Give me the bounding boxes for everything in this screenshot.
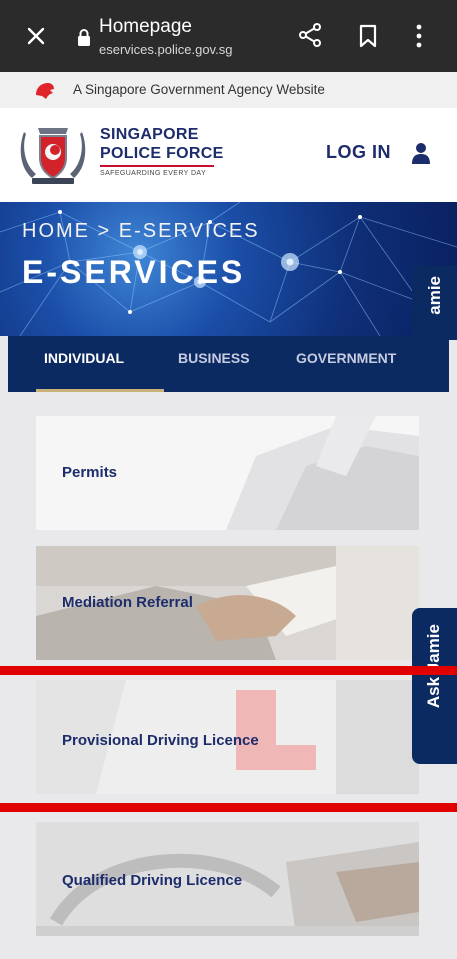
tab-business[interactable]: BUSINESS [178, 350, 250, 366]
breadcrumb[interactable]: HOME > E-SERVICES [22, 220, 260, 243]
police-crest-logo[interactable] [18, 122, 88, 186]
user-icon[interactable] [411, 142, 431, 164]
brand-tagline: SAFEGUARDING EVERY DAY [100, 170, 207, 177]
page-title[interactable]: Homepage [99, 16, 192, 38]
close-icon[interactable] [24, 24, 48, 48]
service-label-permits: Permits [62, 464, 118, 481]
site-header: SINGAPORE POLICE FORCE SAFEGUARDING EVER… [0, 108, 457, 202]
tab-government[interactable]: GOVERNMENT [296, 350, 396, 366]
service-label-provisional-driving-licence: Provisional Driving Licence [62, 732, 259, 749]
hero-banner: HOME > E-SERVICES E-SERVICES [0, 202, 457, 336]
url-text[interactable]: eservices.police.gov.sg [99, 42, 232, 57]
brand-divider [100, 165, 214, 167]
gov-agency-banner: A Singapore Government Agency Website [0, 72, 457, 108]
bookmark-icon[interactable] [358, 23, 378, 49]
service-card-qualified-driving-licence[interactable]: Qualified Driving Licence [36, 822, 419, 936]
tab-individual[interactable]: INDIVIDUAL [44, 350, 124, 366]
hero-title: E-SERVICES [22, 254, 246, 290]
gov-banner-text: A Singapore Government Agency Website [73, 82, 325, 97]
brand-name-line1: SINGAPORE [100, 126, 199, 143]
service-card-mediation-referral[interactable]: Mediation Referral [36, 546, 419, 660]
login-button[interactable]: LOG IN [326, 142, 391, 163]
highlight-bar-top [0, 666, 457, 675]
highlight-bar-bottom [0, 803, 457, 812]
page: Homepage eservices.police.gov.sg A Singa… [0, 0, 457, 959]
category-tabs: INDIVIDUAL BUSINESS GOVERNMENT [8, 336, 449, 392]
service-label-mediation-referral: Mediation Referral [62, 594, 193, 611]
service-label-qualified-driving-licence: Qualified Driving Licence [62, 872, 243, 889]
more-vert-icon[interactable] [413, 23, 425, 49]
service-card-provisional-driving-licence[interactable]: Provisional Driving Licence [36, 680, 419, 794]
service-card-permits[interactable]: Permits [36, 416, 419, 530]
ask-jamie-tab[interactable]: Ask Jamie [412, 608, 457, 764]
brand-name-line2: POLICE FORCE [100, 145, 224, 162]
ask-jamie-label-partial: amie [425, 276, 444, 315]
share-icon[interactable] [297, 22, 323, 48]
ask-jamie-tab-partial[interactable]: amie [412, 266, 457, 340]
lock-icon [78, 29, 90, 46]
lion-head-icon [36, 83, 54, 99]
active-tab-indicator [36, 389, 164, 392]
browser-toolbar: Homepage eservices.police.gov.sg [0, 0, 457, 72]
